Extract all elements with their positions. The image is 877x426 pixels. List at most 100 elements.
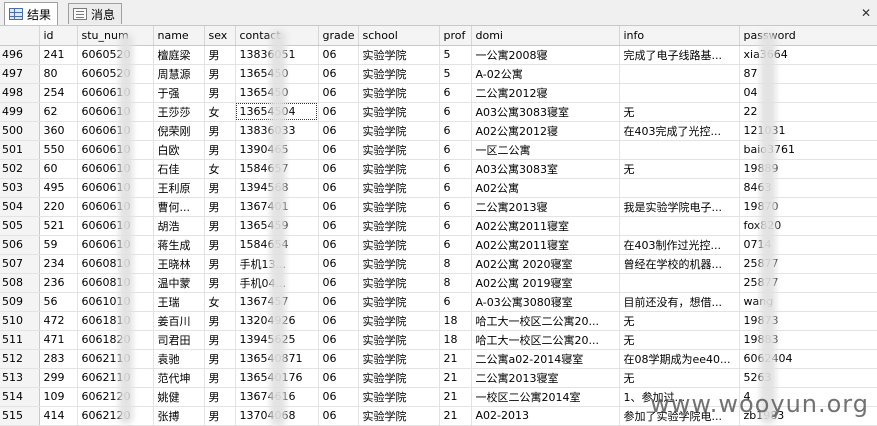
cell-grade[interactable]: 06 xyxy=(318,273,359,293)
cell-id[interactable]: 220 xyxy=(39,197,78,217)
cell-contact[interactable]: 1365450 xyxy=(235,83,319,103)
cell-stu-num[interactable]: 6060610 xyxy=(77,159,154,179)
cell-contact[interactable]: 1584657 xyxy=(235,159,319,179)
cell-grade[interactable]: 06 xyxy=(318,121,359,141)
cell-stu-num[interactable]: 6062110 xyxy=(77,349,154,369)
cell-domi[interactable]: A02-2013 xyxy=(471,406,620,426)
cell-sex[interactable]: 男 xyxy=(204,273,236,293)
table-row[interactable]: 505 521 6060610 胡浩男 1365459 06 实验学院 6 A02公寓2011寝… xyxy=(0,216,877,236)
row-number[interactable]: 497 xyxy=(0,64,40,84)
cell-name[interactable]: 于强 xyxy=(153,83,205,103)
cell-info[interactable]: 无 xyxy=(619,159,740,179)
cell-grade[interactable]: 06 xyxy=(318,159,359,179)
cell-id[interactable]: 550 xyxy=(39,140,78,160)
cell-prof[interactable]: 6 xyxy=(439,159,472,179)
row-number[interactable]: 500 xyxy=(0,121,40,141)
row-number[interactable]: 510 xyxy=(0,311,40,331)
cell-name[interactable]: 范代坤 xyxy=(153,368,205,388)
column-header-info[interactable]: info xyxy=(619,26,740,46)
cell-info[interactable]: 在403完成了光控... xyxy=(619,121,740,141)
cell-contact[interactable]: 手机13... xyxy=(235,254,319,274)
cell-name[interactable]: 白欧 xyxy=(153,140,205,160)
cell-prof[interactable]: 5 xyxy=(439,64,472,84)
cell-info[interactable]: 无 xyxy=(619,330,740,350)
column-header-sex[interactable]: sex xyxy=(204,26,236,46)
table-row[interactable]: 497 80 6060520 周慧源男 1365450 06 实验学院 5 A-02公寓 87 xyxy=(0,64,877,84)
cell-prof[interactable]: 21 xyxy=(439,349,472,369)
cell-contact[interactable]: 1365459 xyxy=(235,216,319,236)
cell-contact[interactable]: 13704068 xyxy=(235,406,319,426)
cell-info[interactable] xyxy=(619,216,740,236)
cell-grade[interactable]: 06 xyxy=(318,349,359,369)
cell-password[interactable]: 5263 xyxy=(739,368,877,388)
cell-name[interactable]: 倪荣刚 xyxy=(153,121,205,141)
cell-school[interactable]: 实验学院 xyxy=(358,387,440,407)
cell-prof[interactable]: 6 xyxy=(439,121,472,141)
cell-name[interactable]: 司君田 xyxy=(153,330,205,350)
cell-contact[interactable]: 1584654 xyxy=(235,235,319,255)
cell-school[interactable]: 实验学院 xyxy=(358,216,440,236)
cell-id[interactable]: 60 xyxy=(39,159,78,179)
cell-domi[interactable]: A-02公寓 xyxy=(471,64,620,84)
cell-prof[interactable]: 6 xyxy=(439,140,472,160)
cell-school[interactable]: 实验学院 xyxy=(358,292,440,312)
cell-prof[interactable]: 5 xyxy=(439,45,472,65)
cell-school[interactable]: 实验学院 xyxy=(358,102,440,122)
cell-grade[interactable]: 06 xyxy=(318,64,359,84)
table-row[interactable]: 507 234 6060810 王晓林男手机13... 06 实验学院 8 A02公寓 202… xyxy=(0,254,877,274)
cell-sex[interactable]: 女 xyxy=(204,159,236,179)
cell-info[interactable]: 曾经在学校的机器... xyxy=(619,254,740,274)
table-row[interactable]: 501 550 6060610 白欧男 1390465 06 实验学院 6 一区二公寓 baio3… xyxy=(0,140,877,160)
cell-prof[interactable]: 6 xyxy=(439,292,472,312)
cell-name[interactable]: 温中蒙 xyxy=(153,273,205,293)
cell-info[interactable] xyxy=(619,140,740,160)
cell-password[interactable]: 25877 xyxy=(739,273,877,293)
cell-prof[interactable]: 6 xyxy=(439,235,472,255)
results-grid[interactable]: id stu_num name sex contact grade school prof do… xyxy=(0,26,877,426)
row-number[interactable]: 515 xyxy=(0,406,40,426)
row-number[interactable]: 511 xyxy=(0,330,40,350)
row-number-header[interactable] xyxy=(0,26,40,46)
cell-password[interactable]: wang xyxy=(739,292,877,312)
cell-stu-num[interactable]: 6060610 xyxy=(77,216,154,236)
cell-info[interactable]: 在08学期成为ee40... xyxy=(619,349,740,369)
cell-grade[interactable]: 06 xyxy=(318,235,359,255)
cell-name[interactable]: 周慧源 xyxy=(153,64,205,84)
cell-stu-num[interactable]: 6060610 xyxy=(77,83,154,103)
cell-sex[interactable]: 女 xyxy=(204,292,236,312)
row-number[interactable]: 512 xyxy=(0,349,40,369)
cell-stu-num[interactable]: 6060610 xyxy=(77,140,154,160)
cell-sex[interactable]: 女 xyxy=(204,102,236,122)
cell-contact[interactable]: 手机04... xyxy=(235,273,319,293)
cell-sex[interactable]: 男 xyxy=(204,140,236,160)
cell-info[interactable]: 无 xyxy=(619,311,740,331)
cell-prof[interactable]: 21 xyxy=(439,387,472,407)
table-row[interactable]: 499 62 6060610 王莎莎女 13654504 06 实验学院 6 A03公寓3083… xyxy=(0,102,877,122)
cell-info[interactable]: 无 xyxy=(619,368,740,388)
cell-grade[interactable]: 06 xyxy=(318,254,359,274)
cell-prof[interactable]: 8 xyxy=(439,273,472,293)
cell-contact[interactable]: 13674616 xyxy=(235,387,319,407)
cell-domi[interactable]: A-03公寓3080寝室 xyxy=(471,292,620,312)
cell-name[interactable]: 王晓林 xyxy=(153,254,205,274)
cell-contact[interactable]: 1367401 xyxy=(235,197,319,217)
row-number[interactable]: 508 xyxy=(0,273,40,293)
table-row[interactable]: 498 254 6060610 于强男 1365450 06 实验学院 6 二公寓2012寝 04 xyxy=(0,83,877,103)
table-row[interactable]: 508 236 6060810 温中蒙男手机04... 06 实验学院 8 A02公寓 201… xyxy=(0,273,877,293)
cell-prof[interactable]: 18 xyxy=(439,330,472,350)
cell-stu-num[interactable]: 6060610 xyxy=(77,102,154,122)
cell-contact[interactable]: 136540871 xyxy=(235,349,319,369)
cell-school[interactable]: 实验学院 xyxy=(358,178,440,198)
cell-contact[interactable]: 1394568 xyxy=(235,178,319,198)
cell-id[interactable]: 414 xyxy=(39,406,78,426)
column-header-prof[interactable]: prof xyxy=(439,26,472,46)
cell-password[interactable]: xia3664 xyxy=(739,45,877,65)
cell-school[interactable]: 实验学院 xyxy=(358,254,440,274)
cell-name[interactable]: 王瑞 xyxy=(153,292,205,312)
cell-sex[interactable]: 男 xyxy=(204,197,236,217)
cell-sex[interactable]: 男 xyxy=(204,254,236,274)
cell-name[interactable]: 檀庭梁 xyxy=(153,45,205,65)
cell-contact[interactable]: 13654504 xyxy=(235,102,319,122)
cell-password[interactable]: 19883 xyxy=(739,330,877,350)
cell-domi[interactable]: 一校区二公寓2014室 xyxy=(471,387,620,407)
